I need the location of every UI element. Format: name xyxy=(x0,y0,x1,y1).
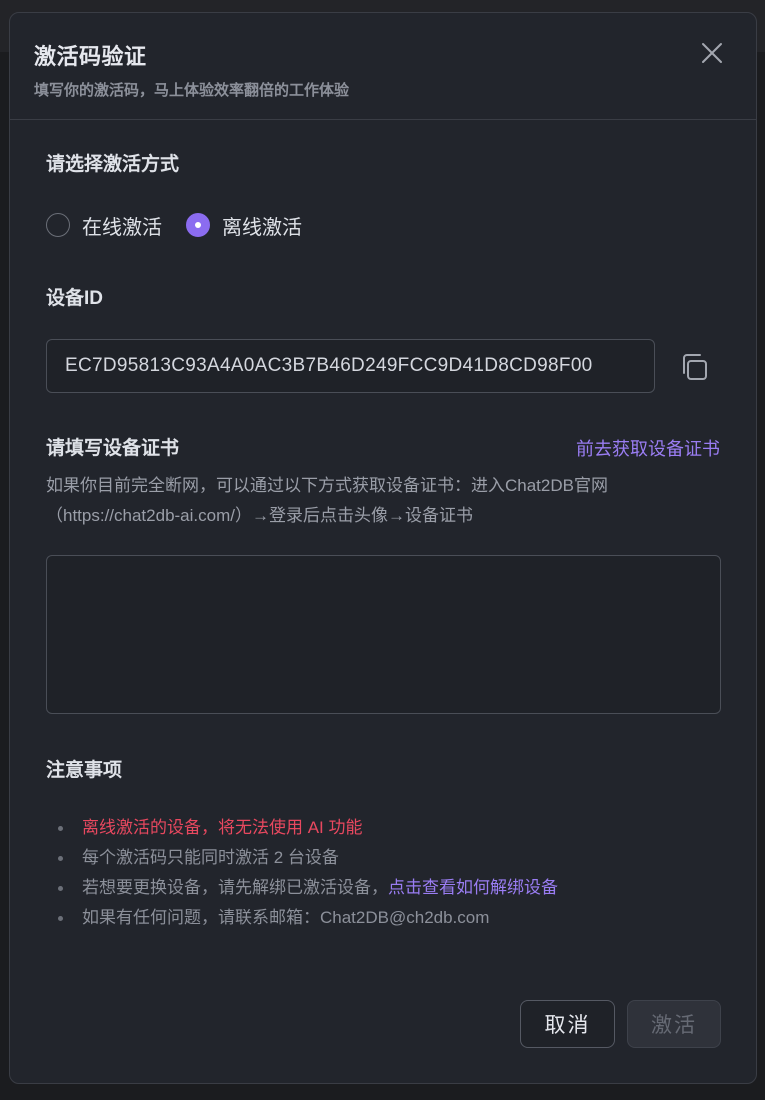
certificate-input[interactable] xyxy=(46,555,721,714)
activation-dialog: 激活码验证 填写你的激活码，马上体验效率翻倍的工作体验 请选择激活方式 在线激活… xyxy=(9,12,757,1084)
cancel-button[interactable]: 取消 xyxy=(520,1000,615,1048)
radio-offline-label: 离线激活 xyxy=(222,216,302,239)
radio-online-activation[interactable]: 在线激活 xyxy=(46,211,162,240)
close-icon xyxy=(702,43,722,63)
device-id-label: 设备ID xyxy=(46,288,104,309)
certificate-description: 如果你目前完全断网，可以通过以下方式获取设备证书：进入Chat2DB官网（htt… xyxy=(46,476,608,525)
copy-device-id-button[interactable] xyxy=(678,351,710,383)
note-item: 离线激活的设备，将无法使用 AI 功能 xyxy=(54,813,558,843)
radio-checked-icon xyxy=(186,213,210,237)
get-certificate-link[interactable]: 前去获取设备证书 xyxy=(576,435,720,461)
note-item: 若想要更换设备，请先解绑已激活设备，点击查看如何解绑设备 xyxy=(54,873,558,903)
note-warning-text: 离线激活的设备，将无法使用 AI 功能 xyxy=(82,818,363,837)
dialog-header: 激活码验证 填写你的激活码，马上体验效率翻倍的工作体验 xyxy=(10,13,756,120)
dialog-subtitle: 填写你的激活码，马上体验效率翻倍的工作体验 xyxy=(34,82,350,99)
activate-button[interactable]: 激活 xyxy=(627,1000,721,1048)
dialog-title: 激活码验证 xyxy=(34,44,147,69)
activation-method-radio-group: 在线激活 离线激活 xyxy=(46,211,326,239)
unbind-help-link[interactable]: 点击查看如何解绑设备 xyxy=(388,878,558,897)
note-text: 如果有任何问题，请联系邮箱：Chat2DB@ch2db.com xyxy=(82,908,490,927)
radio-offline-activation[interactable]: 离线激活 xyxy=(186,211,302,240)
notes-label: 注意事项 xyxy=(46,760,123,781)
note-item: 如果有任何问题，请联系邮箱：Chat2DB@ch2db.com xyxy=(54,903,558,933)
activation-method-label: 请选择激活方式 xyxy=(46,154,180,175)
note-text: 每个激活码只能同时激活 2 台设备 xyxy=(82,848,339,867)
copy-icon xyxy=(683,354,707,380)
certificate-label: 请填写设备证书 xyxy=(46,438,180,459)
notes-list: 离线激活的设备，将无法使用 AI 功能 每个激活码只能同时激活 2 台设备 若想… xyxy=(54,813,558,933)
note-item: 每个激活码只能同时激活 2 台设备 xyxy=(54,843,558,873)
radio-online-label: 在线激活 xyxy=(82,216,162,239)
device-id-value: EC7D95813C93A4A0AC3B7B46D249FCC9D41D8CD9… xyxy=(65,355,593,376)
device-id-field[interactable]: EC7D95813C93A4A0AC3B7B46D249FCC9D41D8CD9… xyxy=(46,339,655,393)
note-text: 若想要更换设备，请先解绑已激活设备， xyxy=(82,878,388,897)
radio-unchecked-icon xyxy=(46,213,70,237)
close-button[interactable] xyxy=(698,39,726,67)
